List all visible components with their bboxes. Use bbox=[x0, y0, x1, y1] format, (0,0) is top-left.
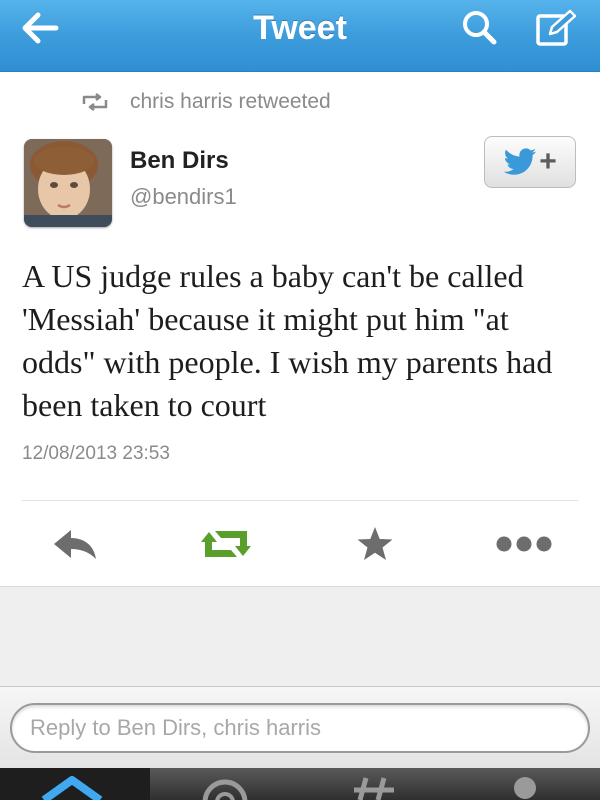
follow-button[interactable]: + bbox=[484, 136, 576, 188]
twitter-bird-icon bbox=[504, 148, 537, 175]
favorite-button[interactable] bbox=[345, 520, 405, 568]
at-icon bbox=[202, 779, 248, 800]
hash-icon bbox=[354, 777, 394, 800]
tab-me[interactable] bbox=[450, 768, 600, 800]
reply-button[interactable] bbox=[45, 520, 105, 568]
avatar-photo bbox=[24, 139, 112, 227]
reply-icon bbox=[54, 530, 96, 559]
follow-plus-label: + bbox=[539, 145, 557, 178]
page-title: Tweet bbox=[253, 9, 347, 47]
divider bbox=[22, 500, 578, 501]
more-button[interactable] bbox=[494, 520, 554, 568]
tab-discover[interactable] bbox=[300, 768, 450, 800]
star-icon bbox=[357, 527, 393, 560]
author-handle[interactable]: @bendirs1 bbox=[130, 184, 237, 210]
reply-bar bbox=[0, 686, 600, 768]
top-nav-bar: Tweet bbox=[0, 0, 600, 72]
person-icon bbox=[514, 777, 536, 799]
avatar[interactable] bbox=[24, 139, 112, 227]
compose-button[interactable] bbox=[530, 4, 582, 52]
retweet-icon bbox=[201, 531, 251, 557]
empty-content-area bbox=[0, 586, 600, 686]
tweet-timestamp: 12/08/2013 23:53 bbox=[22, 443, 170, 464]
search-button[interactable] bbox=[454, 4, 506, 52]
tweet-text: A US judge rules a baby can't be called … bbox=[22, 258, 553, 423]
retweet-icon bbox=[82, 93, 108, 111]
tweet-detail-screen: Tweet chris harris retweeted Ben Dirs @b… bbox=[0, 0, 600, 800]
compose-icon bbox=[536, 9, 577, 46]
more-icon bbox=[496, 536, 552, 552]
retweet-button[interactable] bbox=[196, 520, 256, 568]
home-icon bbox=[41, 776, 103, 800]
bottom-tab-bar bbox=[0, 768, 600, 800]
tab-connect[interactable] bbox=[150, 768, 300, 800]
retweet-context-label: chris harris retweeted bbox=[130, 90, 331, 113]
tab-home[interactable] bbox=[0, 768, 150, 800]
author-name[interactable]: Ben Dirs bbox=[130, 147, 229, 175]
search-icon bbox=[463, 11, 497, 45]
retweet-context[interactable]: chris harris retweeted bbox=[80, 89, 331, 115]
reply-input[interactable] bbox=[10, 703, 590, 753]
